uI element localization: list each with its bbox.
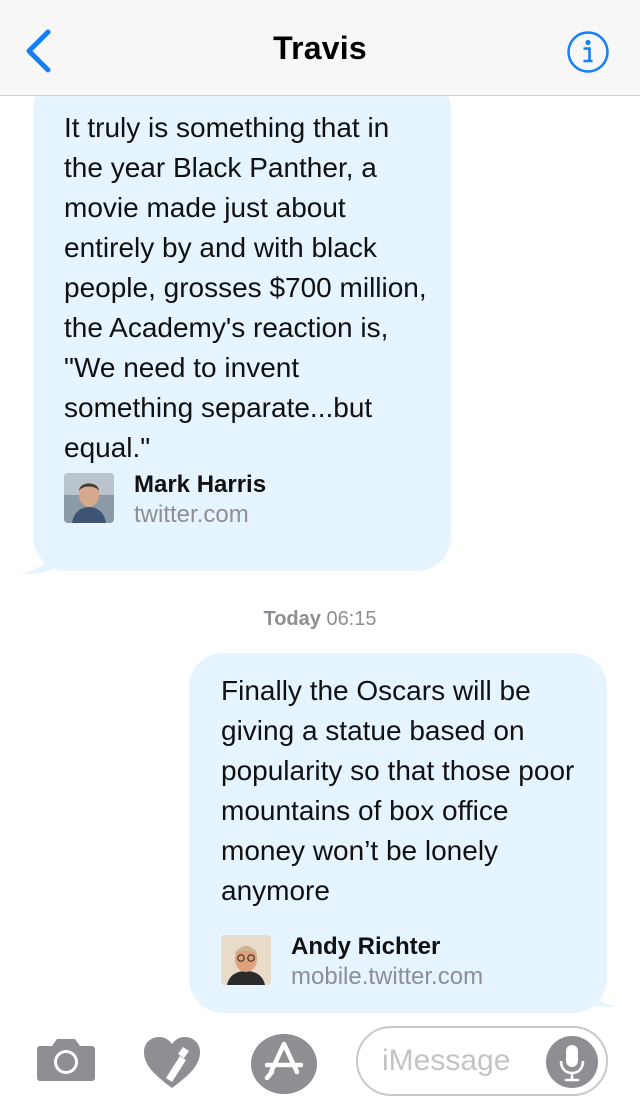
message-input[interactable]: iMessage: [356, 1026, 608, 1096]
conversation-title[interactable]: Travis: [0, 30, 640, 67]
navigation-bar: Travis: [0, 0, 640, 96]
message-input-placeholder: iMessage: [382, 1044, 511, 1077]
camera-icon: [37, 1039, 95, 1081]
app-store-icon: [251, 1034, 317, 1094]
timestamp: Today 06:15: [0, 608, 640, 631]
digital-touch-heart-icon: [144, 1037, 200, 1088]
app-store-button[interactable]: [250, 1030, 318, 1098]
link-domain: mobile.twitter.com: [291, 963, 484, 990]
message-thread[interactable]: It truly is something that in the year B…: [0, 96, 640, 1016]
message-text: It truly is something that in the year B…: [64, 112, 427, 463]
message-text: Finally the Oscars will be giving a stat…: [221, 675, 575, 906]
microphone-button[interactable]: [546, 1036, 598, 1088]
link-author: Mark Harris: [134, 471, 267, 498]
digital-touch-button[interactable]: [142, 1034, 202, 1094]
link-author: Andy Richter: [291, 933, 441, 960]
input-bar: iMessage: [0, 1016, 640, 1103]
camera-button[interactable]: [36, 1036, 96, 1082]
info-icon: [567, 31, 609, 73]
link-domain: twitter.com: [134, 501, 249, 528]
link-preview[interactable]: Mark Harris twitter.com: [64, 471, 434, 528]
message-bubble-incoming[interactable]: It truly is something that in the year B…: [33, 96, 451, 571]
timestamp-time: 06:15: [326, 608, 377, 630]
microphone-icon: [559, 1045, 585, 1082]
avatar: [221, 935, 271, 985]
link-preview[interactable]: Andy Richter mobile.twitter.com: [221, 933, 591, 990]
avatar: [64, 473, 114, 523]
info-button[interactable]: [566, 30, 610, 74]
message-bubble-outgoing[interactable]: Finally the Oscars will be giving a stat…: [189, 653, 607, 1013]
timestamp-day: Today: [263, 608, 321, 630]
